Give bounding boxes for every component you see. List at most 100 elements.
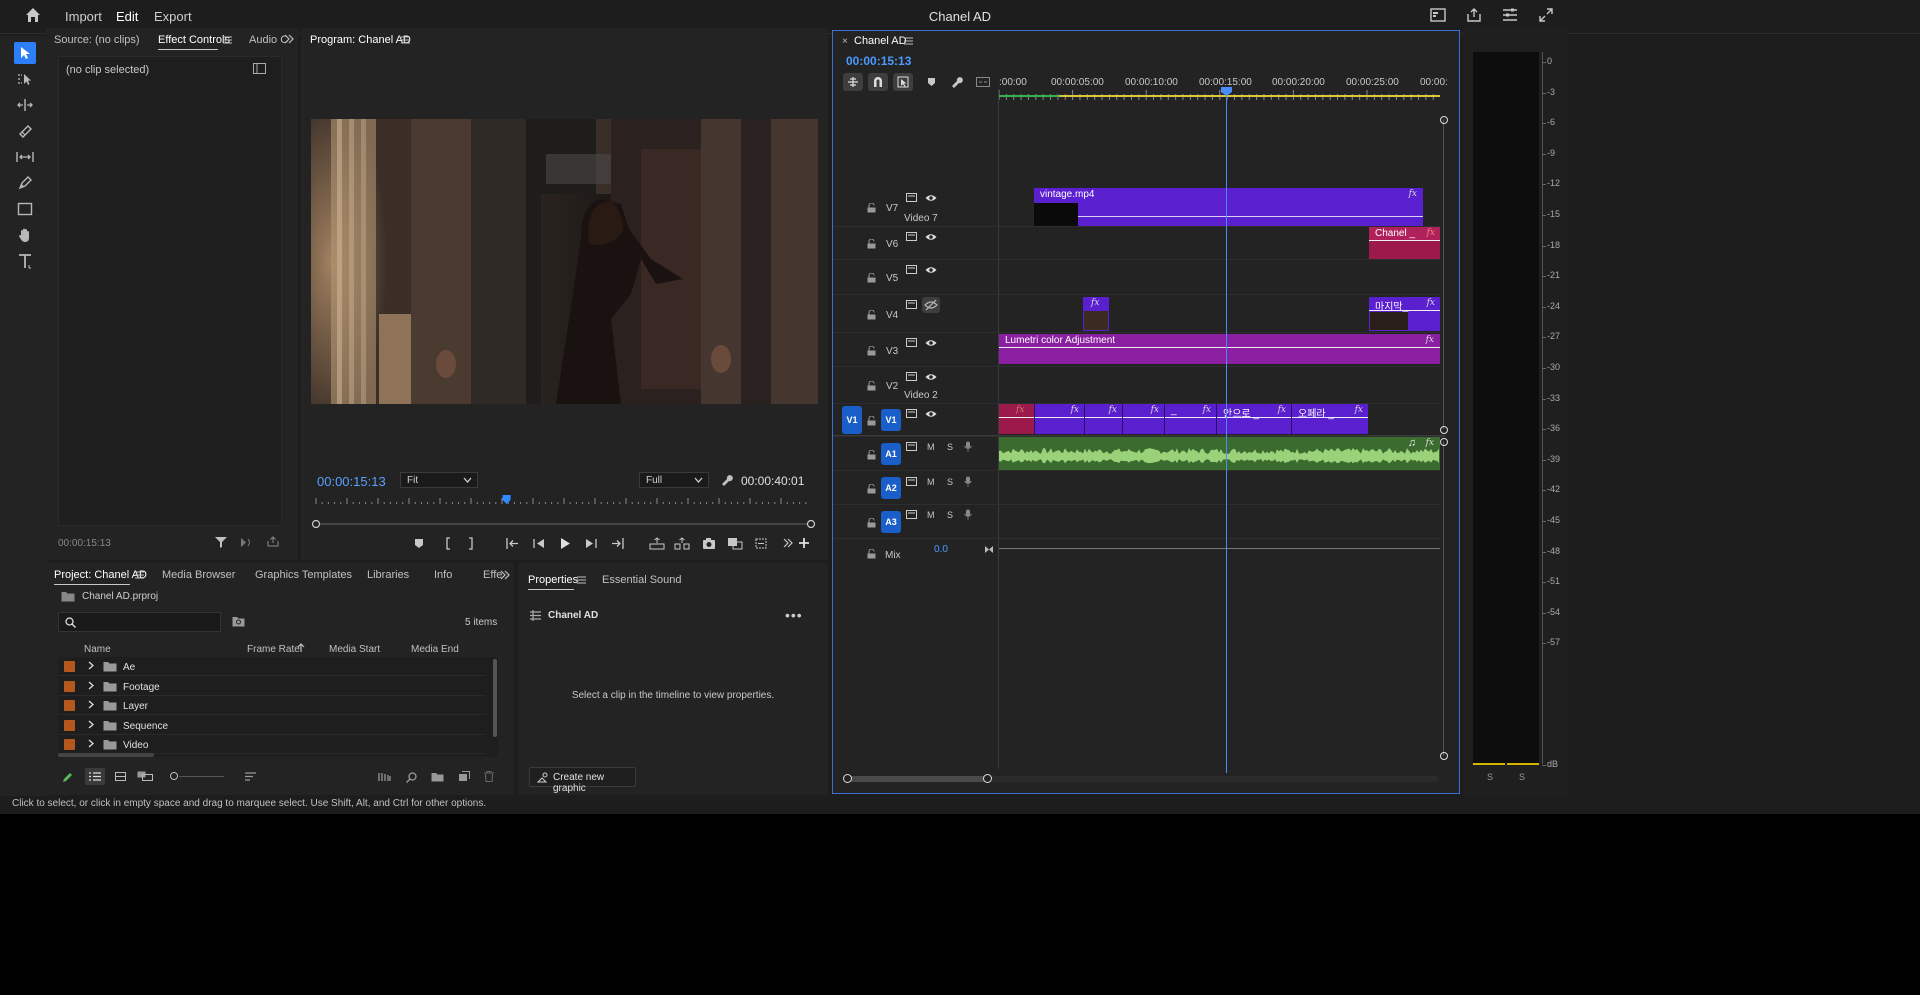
eye-icon[interactable] (925, 194, 937, 202)
video-scroll-track[interactable] (1443, 119, 1444, 429)
more-options-icon[interactable]: ••• (785, 607, 803, 623)
audio-scroll-track[interactable] (1443, 441, 1444, 756)
create-new-graphic-button[interactable]: Create new graphic (529, 767, 636, 794)
sort-icons-icon[interactable] (245, 772, 256, 781)
track-name[interactable]: Video 2 (904, 390, 938, 401)
zoom-slider-handle[interactable] (170, 772, 178, 780)
tab-source[interactable]: Source: (no clips) (54, 34, 140, 46)
solo-left[interactable]: S (1487, 772, 1493, 782)
track-select-tool-icon[interactable] (14, 68, 36, 90)
playhead-line[interactable] (1226, 89, 1227, 773)
mute-button[interactable]: M (927, 510, 935, 520)
mute-button[interactable]: M (927, 477, 935, 487)
column-name[interactable]: Name (84, 644, 111, 655)
chevron-right-icon[interactable] (88, 700, 94, 709)
clip-v1-opera[interactable]: 오페라 _ fx (1291, 404, 1368, 434)
clip-v4-majimak[interactable]: 마지막_ fx (1369, 297, 1440, 331)
playhead-handle[interactable] (1221, 87, 1232, 96)
add-marker-icon[interactable] (414, 538, 424, 549)
label-color-swatch[interactable] (64, 739, 75, 751)
new-item-icon[interactable] (458, 771, 470, 782)
clip-v1-2[interactable]: fx (1034, 404, 1084, 434)
proxy-toggle-icon[interactable] (754, 537, 768, 550)
work-area-bar[interactable] (999, 95, 1440, 97)
program-timecode[interactable]: 00:00:15:13 (317, 474, 386, 489)
wrench-icon[interactable] (720, 473, 733, 486)
lock-icon[interactable] (867, 239, 876, 249)
linked-selection-button[interactable] (893, 73, 913, 91)
clip-lumetri-adjustment[interactable]: Lumetri color Adjustment fx (999, 334, 1440, 364)
go-to-in-icon[interactable] (506, 537, 520, 550)
nest-sequence-button[interactable] (843, 73, 863, 91)
mute-button[interactable]: M (927, 442, 935, 452)
clip-v1-euro[interactable]: 안으로 _ fx (1216, 404, 1291, 434)
nav-edit[interactable]: Edit (116, 9, 139, 33)
panel-menu-icon[interactable] (135, 571, 144, 579)
nav-import[interactable]: Import (65, 9, 102, 24)
overflow-chevron-icon[interactable] (284, 34, 294, 44)
hand-tool-icon[interactable] (14, 224, 36, 246)
go-to-out-icon[interactable] (610, 537, 624, 550)
mark-in-icon[interactable] (444, 537, 452, 550)
snap-button[interactable] (868, 73, 888, 91)
mark-out-icon[interactable] (467, 537, 475, 550)
solo-button[interactable]: S (947, 477, 953, 487)
close-tab-icon[interactable]: × (842, 36, 848, 47)
chevron-right-icon[interactable] (88, 681, 94, 690)
overflow-chevron-icon[interactable] (783, 538, 793, 548)
add-marker-icon[interactable] (927, 77, 936, 87)
mix-volume-line[interactable] (999, 548, 1440, 549)
step-forward-icon[interactable] (585, 538, 597, 549)
clip-chanel[interactable]: Chanel _ fx (1369, 227, 1440, 259)
step-back-icon[interactable] (533, 538, 545, 549)
panel-menu-icon[interactable] (577, 576, 586, 584)
eye-hidden-icon[interactable] (922, 297, 940, 313)
tab-effect-controls[interactable]: Effect Controls (158, 34, 230, 46)
razor-tool-icon[interactable] (14, 120, 36, 142)
project-row[interactable]: Ae (58, 657, 486, 676)
track-target-a1[interactable]: A1 (881, 442, 901, 465)
project-search-input[interactable] (58, 612, 221, 632)
tab-properties[interactable]: Properties (528, 574, 578, 586)
label-color-swatch[interactable] (64, 661, 75, 672)
project-row[interactable]: Footage (58, 677, 486, 696)
toggle-timeline-view-icon[interactable] (253, 63, 266, 74)
lock-icon[interactable] (867, 549, 876, 559)
audio-scroll-handle-top[interactable] (1440, 438, 1448, 446)
eye-icon[interactable] (925, 410, 937, 418)
tab-graphics-templates[interactable]: Graphics Templates (255, 569, 352, 581)
clip-v4-small[interactable]: fx (1083, 297, 1109, 331)
timeline-ruler-ticks[interactable] (998, 86, 1440, 100)
video-scroll-handle-top[interactable] (1440, 116, 1448, 124)
captions-icon[interactable] (976, 77, 990, 87)
wrench-icon[interactable] (951, 76, 963, 88)
zoom-slider-track[interactable] (179, 776, 224, 777)
track-target-a2[interactable]: A2 (881, 477, 901, 499)
project-row[interactable]: Video (58, 735, 486, 755)
sync-lock-icon[interactable] (906, 477, 917, 486)
zoom-handle-left[interactable] (843, 774, 852, 783)
video-scroll-handle-bottom[interactable] (1440, 426, 1448, 434)
slip-tool-icon[interactable] (14, 146, 36, 168)
camera-icon[interactable] (702, 537, 716, 550)
sync-lock-icon[interactable] (906, 510, 917, 519)
clip-v1-3[interactable]: fx (1084, 404, 1122, 434)
timeline-tab-title[interactable]: Chanel AD (854, 35, 907, 47)
label-color-swatch[interactable] (64, 700, 75, 712)
filter-icon[interactable] (215, 536, 227, 548)
play-icon[interactable] (559, 537, 571, 550)
lock-icon[interactable] (867, 203, 876, 213)
tab-info[interactable]: Info (434, 569, 452, 581)
freeform-view-icon[interactable] (137, 771, 153, 781)
program-menu-icon[interactable] (401, 36, 410, 44)
project-scrollbar[interactable] (493, 659, 497, 737)
microphone-icon[interactable] (964, 441, 972, 452)
tab-media-browser[interactable]: Media Browser (162, 569, 235, 581)
tab-project[interactable]: Project: Chanel AD (54, 569, 147, 581)
rectangle-tool-icon[interactable] (14, 198, 36, 220)
solo-button[interactable]: S (947, 442, 953, 452)
lock-icon[interactable] (867, 273, 876, 283)
share-icon[interactable] (1466, 7, 1482, 23)
solo-right[interactable]: S (1519, 772, 1525, 782)
lock-icon[interactable] (867, 484, 876, 494)
